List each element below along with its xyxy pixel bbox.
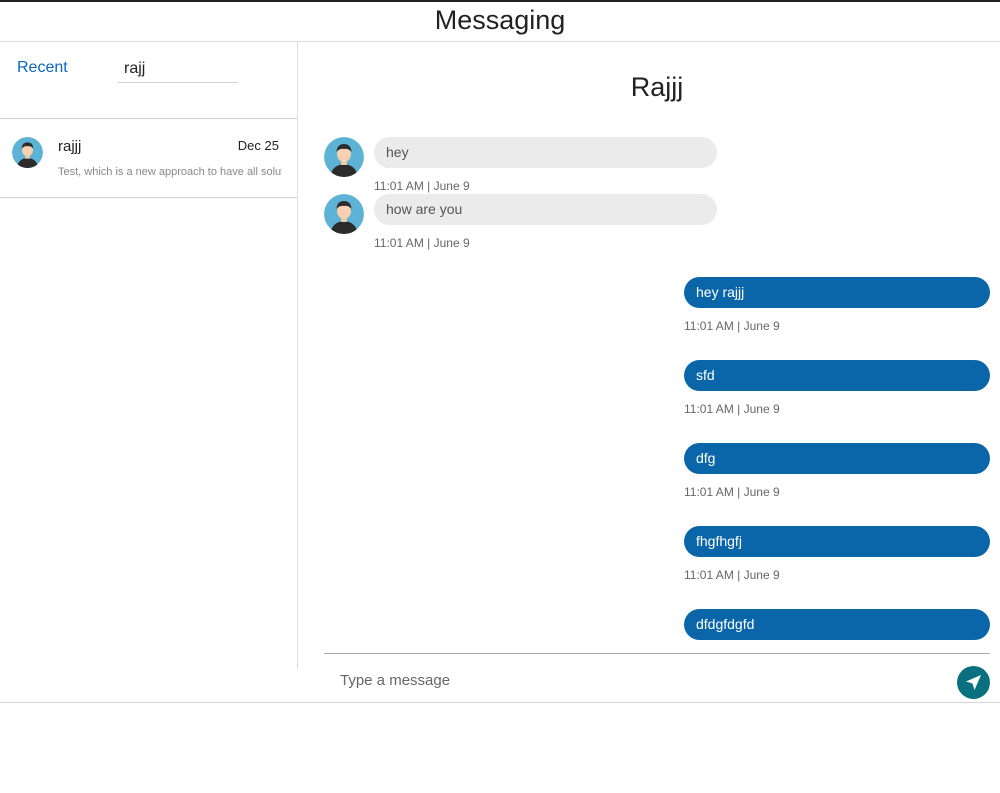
message-time: 11:01 AM | June 9 (684, 568, 780, 582)
top-bar: Messaging (0, 0, 1000, 42)
message-time: 11:01 AM | June 9 (374, 236, 470, 250)
recent-label: Recent (17, 59, 68, 76)
search-input[interactable] (118, 56, 238, 83)
incoming-message: hey (374, 137, 717, 168)
avatar (324, 137, 364, 177)
send-icon (966, 675, 981, 690)
message-input[interactable] (338, 666, 932, 694)
conversation-date: Dec 25 (237, 138, 279, 153)
conversation-preview: Test, which is a new approach to have al… (58, 166, 282, 178)
sidebar-header: Recent (0, 42, 297, 119)
conversation-item[interactable]: rajjj Dec 25 Test, which is a new approa… (0, 119, 297, 198)
footer-divider (0, 702, 1000, 703)
message-time: 11:01 AM | June 9 (374, 179, 470, 193)
outgoing-message: dfg (684, 443, 990, 474)
avatar (324, 194, 364, 234)
outgoing-message: hey rajjj (684, 277, 990, 308)
message-time: 11:01 AM | June 9 (684, 485, 780, 499)
avatar (12, 137, 43, 168)
outgoing-message: fhgfhgfj (684, 526, 990, 557)
outgoing-message: dfdgfdgfd (684, 609, 990, 640)
chat-panel: Rajjj hey 11:01 AM | June 9 how are you … (299, 42, 1000, 702)
incoming-message: how are you (374, 194, 717, 225)
send-button[interactable] (957, 666, 990, 699)
message-composer (324, 653, 990, 703)
message-time: 11:01 AM | June 9 (684, 319, 780, 333)
message-time: 11:01 AM | June 9 (684, 402, 780, 416)
outgoing-message: sfd (684, 360, 990, 391)
chat-title: Rajjj (630, 72, 684, 102)
sidebar: Recent rajjj Dec 25 Test, which is a new… (0, 42, 298, 669)
conversation-name: rajjj (58, 138, 82, 155)
page-title: Messaging (434, 5, 566, 35)
